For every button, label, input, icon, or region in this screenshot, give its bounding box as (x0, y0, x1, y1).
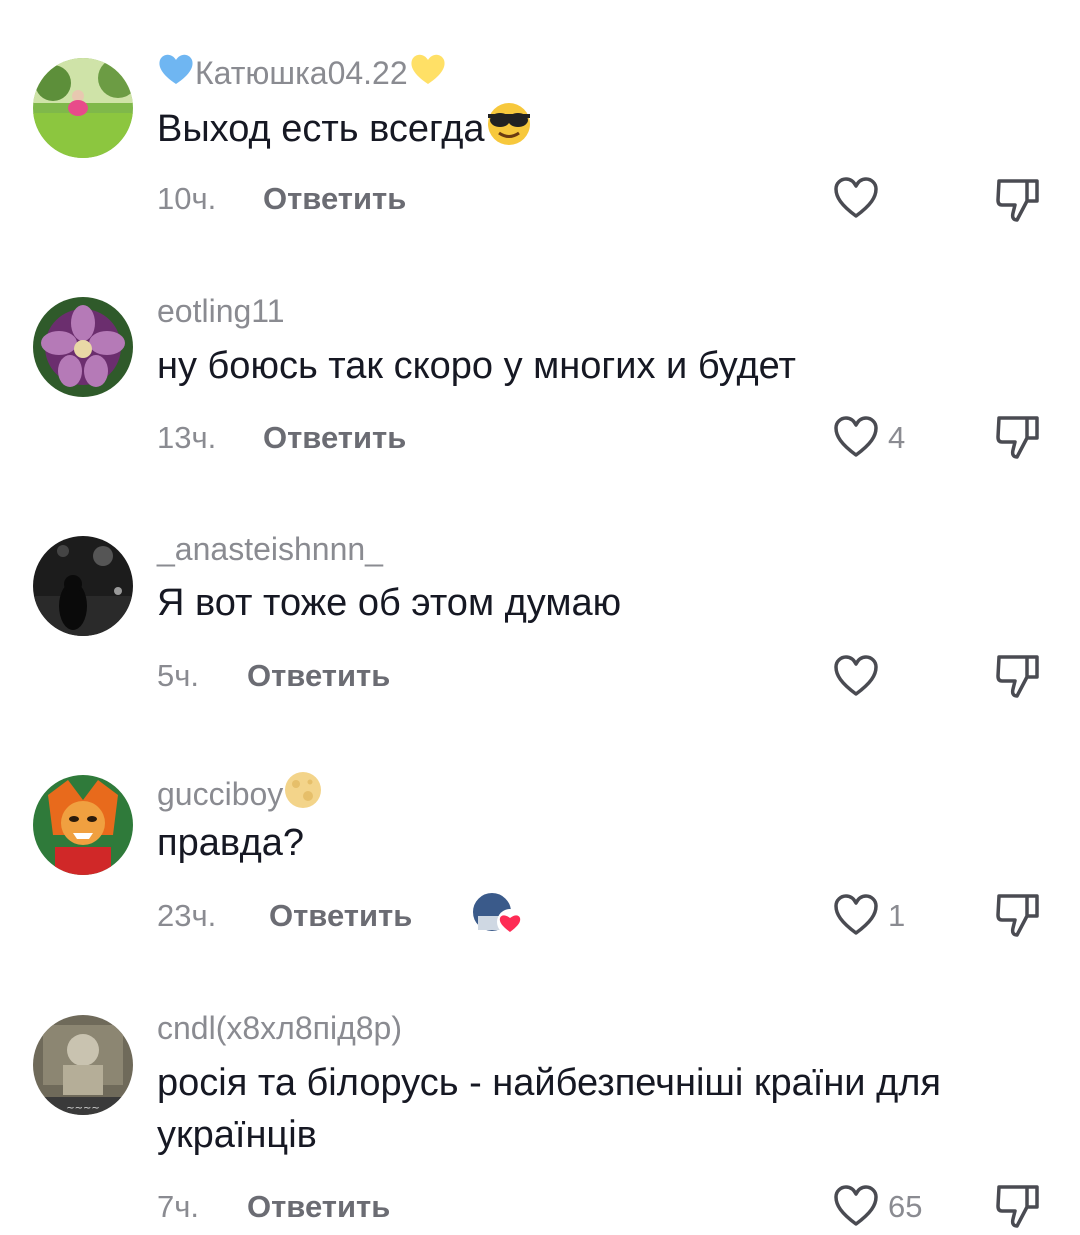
thumbs-down-outline-icon[interactable] (995, 892, 1041, 938)
timestamp: 23ч. (157, 898, 217, 933)
reply-button[interactable]: Ответить (263, 420, 406, 456)
username-text: gucciboy (157, 775, 284, 812)
creator-liked-badge (470, 890, 524, 938)
thumbs-down-outline-icon[interactable] (995, 177, 1041, 223)
timestamp: 13ч. (157, 420, 217, 455)
comment-text: Я вот тоже об этом думаю (157, 582, 622, 624)
thumbs-down-outline-icon[interactable] (995, 414, 1041, 460)
username[interactable]: _anasteishnnn_ (157, 531, 383, 568)
reply-button[interactable]: Ответить (247, 658, 390, 694)
heart-outline-icon[interactable] (833, 1185, 879, 1227)
heart-outline-icon[interactable] (833, 655, 879, 697)
like-count: 1 (888, 898, 906, 933)
like-count: 65 (888, 1189, 923, 1224)
comment-text: росія та білорусь - найбезпечніші країни… (157, 1062, 942, 1156)
avatar[interactable] (33, 775, 133, 875)
reply-button[interactable]: Ответить (263, 181, 406, 217)
username-text: Катюшка04.22 (195, 54, 408, 91)
username[interactable]: gucciboy (157, 770, 323, 818)
like-count: 4 (888, 420, 906, 455)
yellow-heart-icon (408, 52, 448, 94)
avatar[interactable] (33, 297, 133, 397)
heart-outline-icon[interactable] (833, 894, 879, 936)
avatar[interactable] (33, 58, 133, 158)
username[interactable]: eotling11 (157, 293, 285, 330)
sunglasses-emoji-icon (485, 102, 533, 160)
svg-text:~~~~: ~~~~ (66, 1103, 100, 1114)
comment-text: ну боюсь так скоро у многих и будет (157, 345, 796, 387)
timestamp: 7ч. (157, 1189, 200, 1224)
blue-heart-icon (157, 52, 195, 94)
thumbs-down-outline-icon[interactable] (995, 653, 1041, 699)
avatar[interactable] (33, 536, 133, 636)
full-moon-icon (283, 770, 323, 818)
avatar[interactable]: ~~~~ (33, 1015, 133, 1115)
comment-text: правда? (157, 822, 305, 864)
username[interactable]: cndl(х8хл8під8р) (157, 1010, 402, 1047)
thumbs-down-outline-icon[interactable] (995, 1183, 1041, 1229)
heart-outline-icon[interactable] (833, 177, 879, 219)
reply-button[interactable]: Ответить (269, 898, 412, 934)
username[interactable]: Катюшка04.22 (157, 52, 448, 94)
timestamp: 10ч. (157, 181, 217, 216)
reply-button[interactable]: Ответить (247, 1189, 390, 1225)
heart-outline-icon[interactable] (833, 416, 879, 458)
timestamp: 5ч. (157, 658, 200, 693)
comment-text: Выход есть всегда (157, 102, 1057, 160)
